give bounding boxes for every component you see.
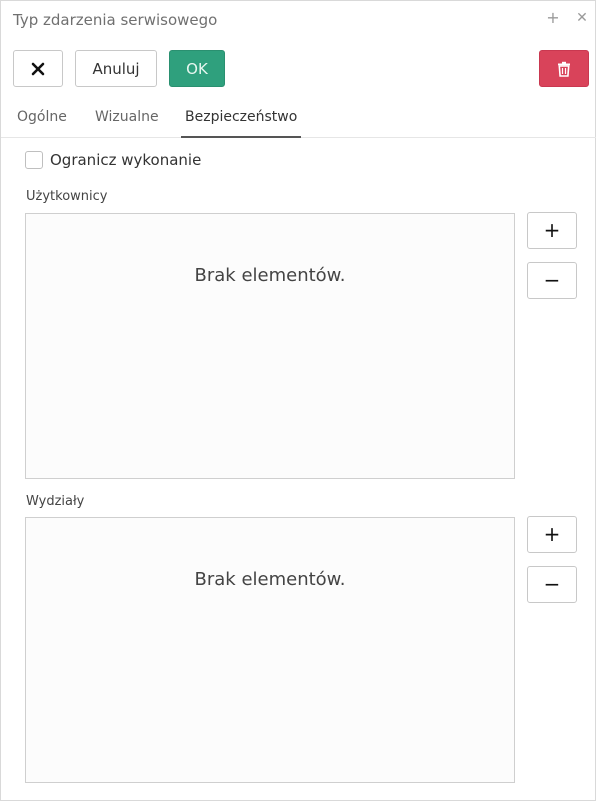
cancel-button[interactable]: Anuluj	[75, 50, 157, 87]
add-department-button[interactable]: +	[527, 516, 577, 553]
restrict-execution-label: Ogranicz wykonanie	[50, 151, 202, 169]
dialog-window: Typ zdarzenia serwisowego + ✕ Anuluj OK …	[0, 0, 596, 801]
users-label: Użytkownicy	[26, 189, 108, 204]
window-title: Typ zdarzenia serwisowego	[13, 11, 218, 29]
ok-button[interactable]: OK	[169, 50, 225, 87]
users-list[interactable]: Brak elementów.	[25, 213, 515, 479]
delete-button[interactable]	[539, 50, 589, 87]
restrict-execution-option[interactable]: Ogranicz wykonanie	[25, 149, 201, 171]
tab-visual[interactable]: Wizualne	[95, 109, 159, 138]
trash-icon	[558, 61, 570, 77]
tab-general[interactable]: Ogólne	[17, 109, 67, 138]
add-user-button[interactable]: +	[527, 212, 577, 249]
restrict-execution-checkbox[interactable]	[25, 151, 43, 169]
users-empty-text: Brak elementów.	[194, 265, 346, 286]
departments-list[interactable]: Brak elementów.	[25, 517, 515, 783]
remove-user-button[interactable]: −	[527, 262, 577, 299]
close-button[interactable]	[13, 50, 63, 87]
maximize-icon[interactable]: +	[543, 8, 563, 28]
departments-label: Wydziały	[26, 494, 85, 509]
tab-bar: Ogólne Wizualne Bezpieczeństwo	[1, 101, 596, 138]
close-window-icon[interactable]: ✕	[572, 8, 592, 28]
departments-empty-text: Brak elementów.	[194, 569, 346, 590]
remove-department-button[interactable]: −	[527, 566, 577, 603]
tab-security[interactable]: Bezpieczeństwo	[181, 109, 301, 138]
close-icon	[31, 62, 45, 75]
title-bar: Typ zdarzenia serwisowego + ✕	[1, 1, 595, 39]
